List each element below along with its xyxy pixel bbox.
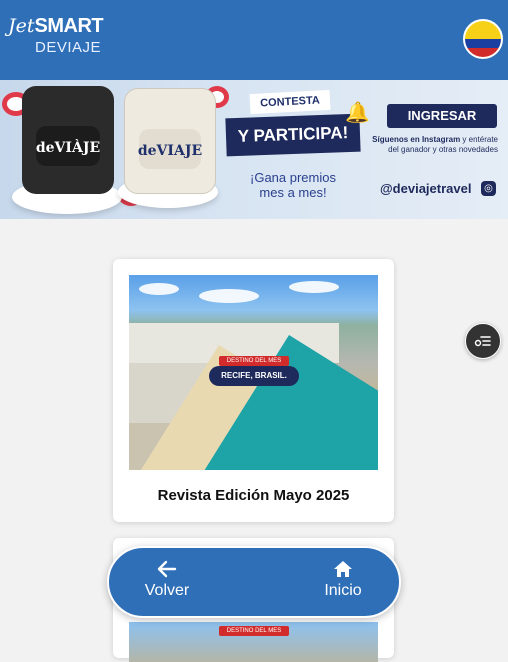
destino-del-mes-badge: DESTINO DEL MES xyxy=(219,626,289,636)
contesta-label: CONTESTA xyxy=(249,89,331,115)
filter-list-icon xyxy=(474,336,491,347)
instagram-follow-text: Síguenos en Instagram y entérate del gan… xyxy=(372,135,498,154)
bottom-navigation: Volver Inicio xyxy=(107,546,401,618)
bell-icon: 🔔 xyxy=(345,102,370,124)
app-header: JetSMART DEVIAJE xyxy=(0,0,508,80)
jetsmart-deviaje-logo[interactable]: JetSMART DEVIAJE xyxy=(8,15,104,55)
promo-banner[interactable]: deVIÀJE deVIAJE CONTESTA Y PARTICIPA! 🔔 … xyxy=(0,80,508,219)
home-button[interactable]: Inicio xyxy=(303,560,383,600)
participa-headline: Y PARTICIPA! xyxy=(225,113,361,157)
card-title: Revista Edición Mayo 2025 xyxy=(157,487,350,504)
back-button[interactable]: Volver xyxy=(127,560,207,600)
backpack-brand-label: deVIÀJE xyxy=(35,140,101,156)
magazine-card[interactable]: DESTINO DEL MES RECIFE, BRASIL. Revista … xyxy=(113,259,394,522)
cream-backpack-image: deVIAJE xyxy=(124,88,216,194)
home-icon xyxy=(334,561,352,577)
logo-smart-text: SMART xyxy=(34,15,104,37)
recife-brasil-photo: DESTINO DEL MES RECIFE, BRASIL. xyxy=(129,275,378,470)
filter-list-button[interactable] xyxy=(465,323,501,359)
ingresar-button[interactable]: INGRESAR xyxy=(387,104,497,128)
logo-deviaje-text: DEVIAJE xyxy=(35,39,102,56)
backpack-brand-label: deVIAJE xyxy=(137,143,203,159)
instagram-icon[interactable]: ◎ xyxy=(481,181,496,196)
arrow-left-icon xyxy=(157,560,177,578)
colombia-flag-icon[interactable] xyxy=(463,19,503,59)
black-backpack-image: deVIÀJE xyxy=(22,86,114,194)
destino-del-mes-badge: DESTINO DEL MES xyxy=(219,356,289,366)
instagram-handle[interactable]: @deviajetravel xyxy=(380,181,471,196)
logo-jet-text: Jet xyxy=(8,15,35,37)
destination-photo: DESTINO DEL MES xyxy=(129,622,378,662)
back-label: Volver xyxy=(144,582,190,599)
destination-label: RECIFE, BRASIL. xyxy=(209,366,299,386)
home-label: Inicio xyxy=(324,582,362,599)
gana-premios-text: ¡Gana premios mes a mes! xyxy=(250,170,336,200)
